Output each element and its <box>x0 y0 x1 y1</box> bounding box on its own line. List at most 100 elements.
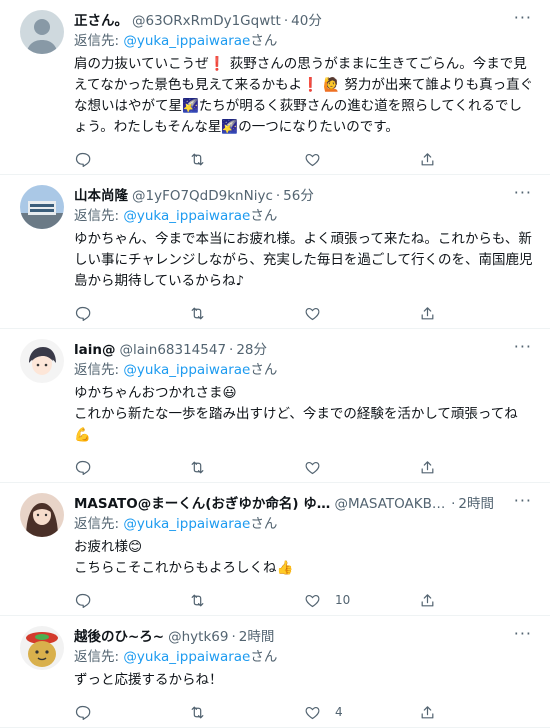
share-button[interactable] <box>419 459 534 476</box>
user-handle[interactable]: @1yFO7QdD9knNiyc <box>132 187 273 205</box>
heart-icon <box>304 704 321 721</box>
reply-context: 返信先: @yuka_ippaiwaraeさん <box>74 515 534 533</box>
retweet-icon <box>189 151 206 168</box>
user-handle[interactable]: @hytk69 <box>168 628 228 646</box>
separator-dot: · <box>231 629 236 645</box>
tweet-text: お疲れ様😊 こちらこそこれからもよろしくね👍 <box>74 539 294 576</box>
reply-to-link[interactable]: @yuka_ippaiwarae <box>123 362 250 378</box>
display-name[interactable]: 越後のひ~ろ~ <box>74 628 164 646</box>
reply-button[interactable] <box>74 704 189 721</box>
reply-to-link[interactable]: @yuka_ippaiwarae <box>123 649 250 665</box>
tweet-header: MASATO@まーくん(おぎゆか命名) ゆか… @MASATOAKB4… · 2… <box>74 495 534 513</box>
share-icon <box>419 151 436 168</box>
share-button[interactable] <box>419 151 534 168</box>
retweet-button[interactable] <box>189 459 304 476</box>
tweet-header: lain@ @lain68314547 · 28分 <box>74 341 534 359</box>
retweet-button[interactable] <box>189 704 304 721</box>
reply-prefix: 返信先: <box>74 362 124 378</box>
tweet-text: ゆかちゃんおつかれさま😃 これから新たな一歩を踏み出すけど、今までの経験を活かし… <box>74 385 518 443</box>
tweet-text: ゆかちゃん、今まで本当にお疲れ様。よく頑張って来たね。これからも、新しい事にチャ… <box>74 231 533 289</box>
avatar[interactable] <box>20 10 64 54</box>
tweet-actions: 4 <box>74 697 534 727</box>
separator-dot: · <box>229 342 234 358</box>
tweet-header: 越後のひ~ろ~ @hytk69 · 2時間 <box>74 628 534 646</box>
separator-dot: · <box>283 13 289 29</box>
more-options-icon[interactable]: ··· <box>514 493 532 509</box>
user-handle[interactable]: @lain68314547 <box>119 341 226 359</box>
more-options-icon[interactable]: ··· <box>514 626 532 642</box>
tweet-header: 正さん。 @63ORxRmDy1Gqwtt · 40分 <box>74 12 534 30</box>
reply-context: 返信先: @yuka_ippaiwaraeさん <box>74 361 534 379</box>
display-name[interactable]: 山本尚隆 <box>74 187 128 205</box>
like-button[interactable] <box>304 459 419 476</box>
timestamp[interactable]: 40分 <box>291 12 322 30</box>
avatar[interactable] <box>20 185 64 229</box>
reply-to-link[interactable]: @yuka_ippaiwarae <box>123 208 250 224</box>
heart-icon <box>304 592 321 609</box>
timestamp[interactable]: 2時間 <box>458 495 494 513</box>
reply-icon <box>74 305 91 322</box>
more-options-icon[interactable]: ··· <box>514 339 532 355</box>
reply-button[interactable] <box>74 305 189 322</box>
share-icon <box>419 459 436 476</box>
share-button[interactable] <box>419 592 534 609</box>
like-button[interactable]: 4 <box>304 704 419 721</box>
avatar[interactable] <box>20 493 64 537</box>
reply-prefix: 返信先: <box>74 208 124 224</box>
share-icon <box>419 305 436 322</box>
like-button[interactable] <box>304 305 419 322</box>
share-button[interactable] <box>419 704 534 721</box>
reply-icon <box>74 151 91 168</box>
tweet-text: ずっと応援するからね！ <box>74 672 223 688</box>
like-button[interactable]: 10 <box>304 592 419 609</box>
retweet-button[interactable] <box>189 151 304 168</box>
reply-prefix: 返信先: <box>74 33 124 49</box>
retweet-button[interactable] <box>189 592 304 609</box>
tweet[interactable]: 正さん。 @63ORxRmDy1Gqwtt · 40分 ··· 返信先: @yu… <box>0 0 550 175</box>
timestamp[interactable]: 56分 <box>283 187 314 205</box>
reply-suffix: さん <box>250 362 278 378</box>
heart-icon <box>304 459 321 476</box>
reply-suffix: さん <box>250 208 278 224</box>
reply-prefix: 返信先: <box>74 516 124 532</box>
avatar[interactable] <box>20 626 64 670</box>
display-name[interactable]: lain@ <box>74 341 115 359</box>
like-count: 10 <box>335 593 351 607</box>
reply-context: 返信先: @yuka_ippaiwaraeさん <box>74 207 534 225</box>
tweet[interactable]: lain@ @lain68314547 · 28分 ··· 返信先: @yuka… <box>0 329 550 483</box>
reply-button[interactable] <box>74 151 189 168</box>
tweet-actions: 10 <box>74 585 534 615</box>
separator-dot: · <box>275 188 281 204</box>
reply-feed: 正さん。 @63ORxRmDy1Gqwtt · 40分 ··· 返信先: @yu… <box>0 0 550 728</box>
user-handle[interactable]: @MASATOAKB4… <box>335 495 449 513</box>
retweet-icon <box>189 305 206 322</box>
reply-suffix: さん <box>250 516 278 532</box>
avatar[interactable] <box>20 339 64 383</box>
more-options-icon[interactable]: ··· <box>514 10 532 26</box>
retweet-icon <box>189 592 206 609</box>
tweet[interactable]: MASATO@まーくん(おぎゆか命名) ゆか… @MASATOAKB4… · 2… <box>0 483 550 616</box>
reply-icon <box>74 459 91 476</box>
tweet-actions <box>74 452 534 482</box>
tweet[interactable]: 越後のひ~ろ~ @hytk69 · 2時間 ··· 返信先: @yuka_ipp… <box>0 616 550 728</box>
like-count: 4 <box>335 705 343 719</box>
like-button[interactable] <box>304 151 419 168</box>
reply-to-link[interactable]: @yuka_ippaiwarae <box>123 516 250 532</box>
reply-suffix: さん <box>250 33 278 49</box>
reply-to-link[interactable]: @yuka_ippaiwarae <box>123 33 250 49</box>
share-button[interactable] <box>419 305 534 322</box>
reply-prefix: 返信先: <box>74 649 124 665</box>
retweet-button[interactable] <box>189 305 304 322</box>
share-icon <box>419 592 436 609</box>
reply-button[interactable] <box>74 459 189 476</box>
timestamp[interactable]: 2時間 <box>239 628 275 646</box>
reply-icon <box>74 704 91 721</box>
more-options-icon[interactable]: ··· <box>514 185 532 201</box>
tweet[interactable]: 山本尚隆 @1yFO7QdD9knNiyc · 56分 ··· 返信先: @yu… <box>0 175 550 329</box>
display-name[interactable]: 正さん。 <box>74 12 128 30</box>
timestamp[interactable]: 28分 <box>236 341 267 359</box>
user-handle[interactable]: @63ORxRmDy1Gqwtt <box>132 12 281 30</box>
display-name[interactable]: MASATO@まーくん(おぎゆか命名) ゆか… <box>74 495 331 513</box>
reply-button[interactable] <box>74 592 189 609</box>
reply-context: 返信先: @yuka_ippaiwaraeさん <box>74 648 534 666</box>
